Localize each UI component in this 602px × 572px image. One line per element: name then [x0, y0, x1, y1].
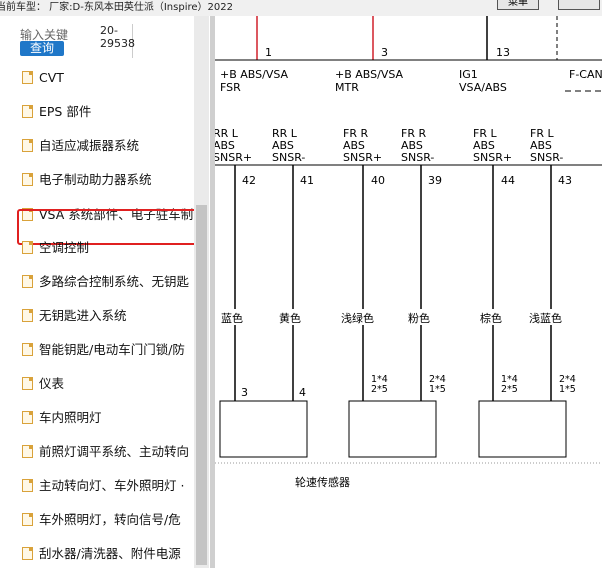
document-icon: [22, 479, 33, 492]
search-button[interactable]: 查询: [20, 41, 64, 56]
circuit-label: FSR: [220, 81, 241, 94]
sidebar-item-interior-lights[interactable]: 车内照明灯: [22, 407, 200, 429]
pin-number: 41: [300, 174, 314, 187]
signal-label: SNSR-: [272, 151, 305, 164]
circuit-label: +B ABS/VSA: [220, 68, 289, 81]
document-icon: [22, 343, 33, 356]
connector-pin: 3: [241, 386, 248, 399]
wiring-diagram-svg: 1 3 13 +B ABS/VSA FSR +B ABS/VSA MTR IG1…: [213, 16, 602, 489]
connector-pin: 1*5: [559, 384, 576, 395]
sidebar-item-label: 车外照明灯，转向信号/危: [39, 512, 181, 527]
circuit-label: F-CAN: [569, 68, 602, 81]
wire-color-label: 黄色: [279, 311, 301, 325]
sidebar-item-label: 空调控制: [39, 240, 90, 255]
top-bar: 当前车型： 厂家:D-东风本田英仕派（Inspire）2022 菜单: [0, 0, 602, 17]
document-icon: [22, 173, 33, 186]
sidebar-item-active-turn-light[interactable]: 主动转向灯、车外照明灯 ·: [22, 475, 200, 497]
wire-color-label: 浅蓝色: [529, 311, 562, 325]
sidebar-item-label: 多路综合控制系统、无钥匙: [39, 274, 190, 289]
sidebar-item-label: 车内照明灯: [39, 410, 102, 425]
connector-pin: 2*5: [501, 384, 518, 395]
pin-label: 13: [496, 46, 510, 59]
sidebar-item-brake-booster[interactable]: 电子制动助力器系统: [22, 169, 200, 191]
signal-label: SNSR+: [343, 151, 382, 164]
circuit-label: +B ABS/VSA: [335, 68, 404, 81]
wiring-diagram: 1 3 13 +B ABS/VSA FSR +B ABS/VSA MTR IG1…: [213, 16, 602, 568]
sidebar-item-wiper[interactable]: 刮水器/清洗器、附件电源: [22, 543, 200, 565]
document-icon: [22, 411, 33, 424]
search-input[interactable]: 20- 29538: [100, 24, 135, 50]
pin-number: 43: [558, 174, 572, 187]
search-code-line1: 20-: [100, 24, 118, 37]
current-car-label: 当前车型： 厂家:D-东风本田英仕派（Inspire）2022: [0, 2, 233, 13]
sidebar-item-label: CVT: [39, 70, 64, 85]
sensor-rear-left: [219, 400, 308, 458]
sensor-front-left: [478, 400, 567, 458]
sidebar-item-smart-key[interactable]: 智能钥匙/电动车门门锁/防: [22, 339, 200, 361]
document-icon: [22, 377, 33, 390]
connector-pin: 4: [299, 386, 306, 399]
circuit-label: MTR: [335, 81, 359, 94]
sidebar-item-label: EPS 部件: [39, 104, 92, 119]
menu-button-label: 菜单: [508, 0, 528, 8]
wire-color-label: 浅绿色: [341, 311, 374, 325]
document-icon: [22, 139, 33, 152]
pin-label: 3: [381, 46, 388, 59]
document-icon: [22, 309, 33, 322]
sidebar-item-exterior-lights[interactable]: 车外照明灯，转向信号/危: [22, 509, 200, 531]
sidebar-item-label: 刮水器/清洗器、附件电源: [39, 546, 181, 561]
document-icon: [22, 105, 33, 118]
sidebar-item-climate[interactable]: 空调控制: [22, 237, 200, 259]
signal-label: SNSR+: [473, 151, 512, 164]
sidebar-item-label: 智能钥匙/电动车门门锁/防: [39, 342, 185, 357]
sidebar-item-label: 主动转向灯、车外照明灯 ·: [39, 478, 185, 493]
signal-label: SNSR-: [530, 151, 563, 164]
sidebar-item-label: 无钥匙进入系统: [39, 308, 127, 323]
sidebar-item-headlight-leveling[interactable]: 前照灯调平系统、主动转向: [22, 441, 200, 463]
document-icon: [22, 71, 33, 84]
wire-color-label: 蓝色: [221, 311, 243, 325]
document-icon: [22, 241, 33, 254]
search-code-line2: 29538: [100, 37, 135, 50]
toolbar-button[interactable]: [558, 0, 600, 10]
document-icon: [22, 445, 33, 458]
signal-label: SNSR+: [215, 151, 252, 164]
menu-button[interactable]: 菜单: [497, 0, 539, 10]
pin-label: 1: [265, 46, 272, 59]
sidebar-item-label: 自适应减振器系统: [39, 138, 140, 153]
pin-number: 42: [242, 174, 256, 187]
wire-color-label: 棕色: [480, 311, 502, 325]
pin-number: 44: [501, 174, 515, 187]
sensor-group-label: 轮速传感器: [295, 475, 350, 489]
document-icon: [22, 547, 33, 560]
sidebar-item-label: 电子制动助力器系统: [39, 172, 152, 187]
signal-label: SNSR-: [401, 151, 434, 164]
connector-pin: 1*5: [429, 384, 446, 395]
sidebar-scrollbar-thumb[interactable]: [196, 205, 207, 565]
wire-color-label: 粉色: [408, 311, 430, 325]
sidebar-item-multiplex[interactable]: 多路综合控制系统、无钥匙: [22, 271, 200, 293]
circuit-label: VSA/ABS: [459, 81, 507, 94]
connector-pin: 2*5: [371, 384, 388, 395]
sidebar-item-cvt[interactable]: CVT: [22, 67, 200, 89]
pin-number: 40: [371, 174, 385, 187]
document-icon: [22, 513, 33, 526]
sidebar-item-label: 前照灯调平系统、主动转向: [39, 444, 190, 459]
sensor-front-right: [348, 400, 437, 458]
sidebar-item-adaptive-damper[interactable]: 自适应减振器系统: [22, 135, 200, 157]
document-icon: [22, 275, 33, 288]
pin-number: 39: [428, 174, 442, 187]
sidebar-item-keyless-entry[interactable]: 无钥匙进入系统: [22, 305, 200, 327]
signal-headers: RR L ABS SNSR+ RR L ABS SNSR- FR R ABS S…: [213, 127, 563, 164]
circuit-label: IG1: [459, 68, 478, 81]
sidebar-item-gauges[interactable]: 仪表: [22, 373, 200, 395]
sidebar: 输入关键 20- 29538 查询 CVT EPS 部件 自适应减振器系统 电子…: [0, 16, 210, 568]
sidebar-item-label: 仪表: [39, 376, 65, 391]
sidebar-item-eps[interactable]: EPS 部件: [22, 101, 200, 123]
